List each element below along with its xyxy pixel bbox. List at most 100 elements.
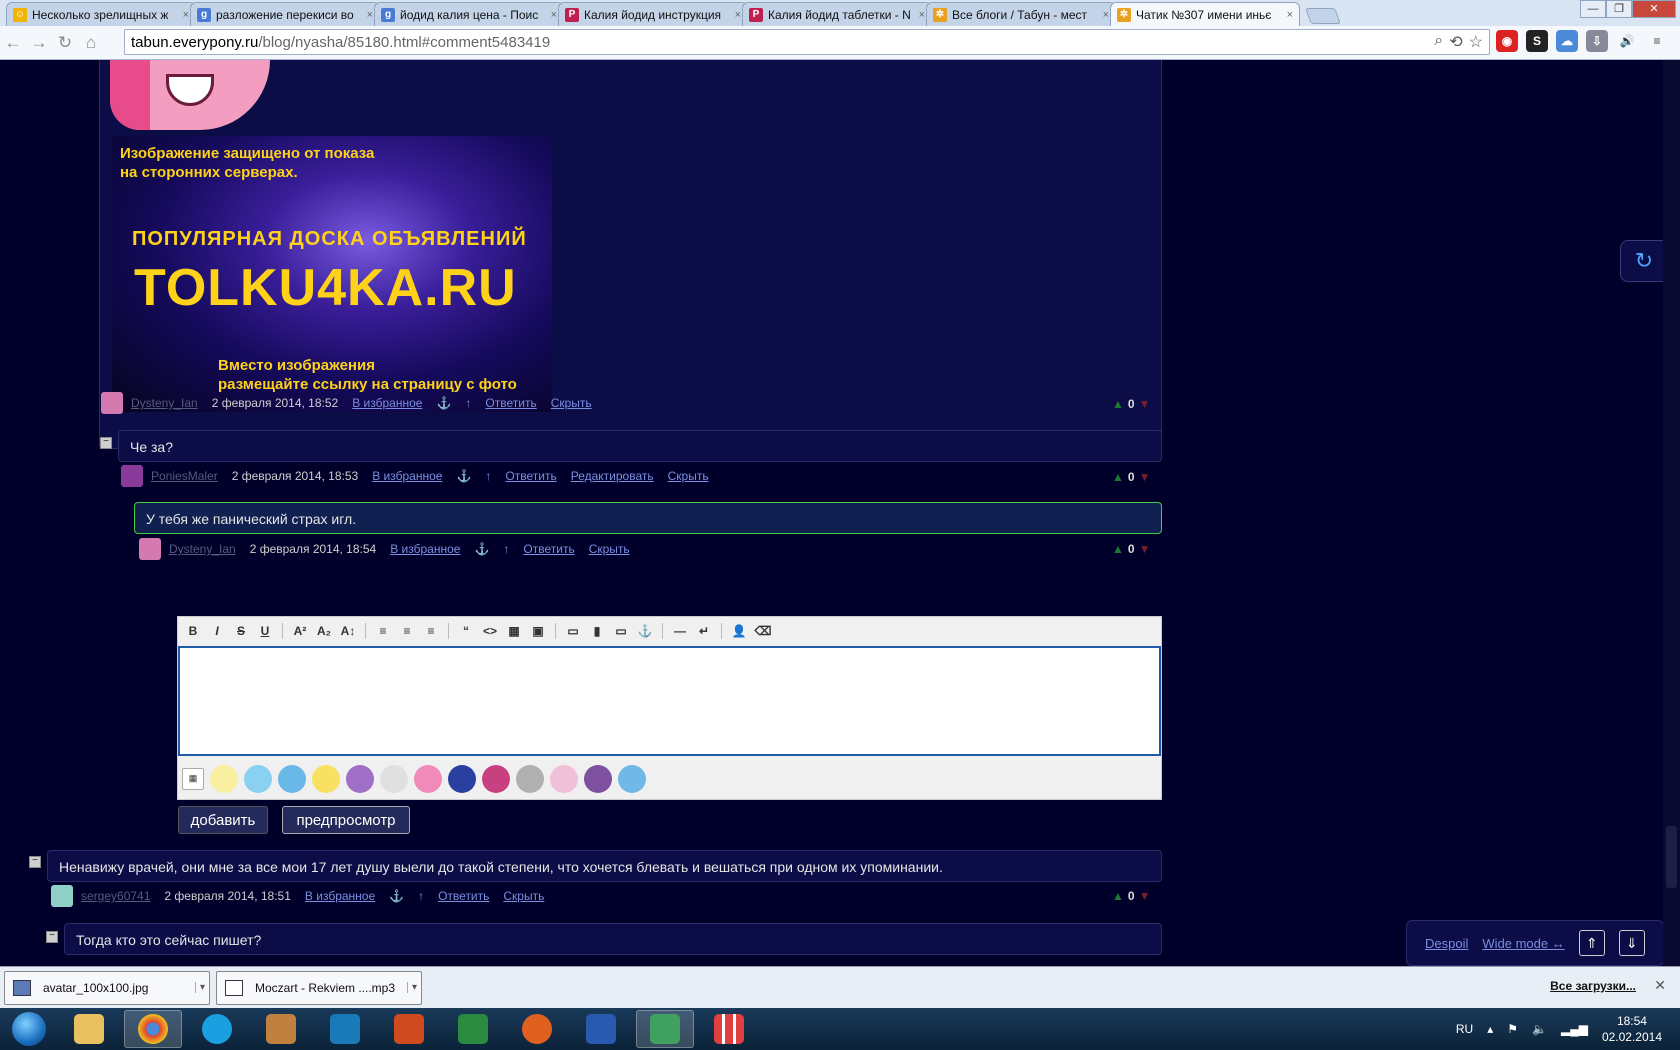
favorite-link[interactable]: В избранное [372,469,442,483]
subscript-icon[interactable]: A₂ [313,621,335,641]
browser-tab[interactable]: g разложение перекиси во × [190,2,380,26]
vote-up-icon[interactable]: ▲ [1112,397,1124,411]
maximize-button[interactable]: ❐ [1606,0,1632,18]
avatar[interactable] [51,885,73,907]
anchor-icon[interactable]: ⚓ [389,889,404,903]
fold-toggle[interactable]: − [100,437,112,449]
tab-close-icon[interactable]: × [183,9,189,21]
taskbar-word[interactable] [572,1010,630,1048]
pinkie-emote-icon[interactable] [414,764,442,793]
link-icon[interactable]: ▭ [610,621,632,641]
s-extension-icon[interactable]: S [1526,30,1548,52]
sync-icon[interactable]: ⟲ [1449,32,1462,52]
download-item[interactable]: Moczart - Rekviem ....mp3 ▾ [216,970,422,1005]
address-bar[interactable]: tabun.everypony.ru/blog/nyasha/85180.htm… [124,29,1490,55]
clear-format-icon[interactable]: ⌫ [752,621,774,641]
all-downloads-link[interactable]: Все загрузки... [1550,979,1636,993]
favorite-link[interactable]: В избранное [305,889,375,903]
weather-icon[interactable]: ☁ [1556,30,1578,52]
back-icon[interactable]: ← [0,33,26,53]
action-center-icon[interactable]: ⚑ [1507,1022,1518,1036]
fold-toggle[interactable]: − [29,856,41,868]
taskbar-powerpoint[interactable] [380,1010,438,1048]
hr-icon[interactable]: — [669,621,691,641]
wide-mode-link[interactable]: Wide mode ↔ [1482,936,1564,951]
mlp-logo-emote-icon[interactable] [482,764,510,793]
browser-tab[interactable]: P Калия йодид таблетки - N × [742,2,932,26]
despoil-link[interactable]: Despoil [1425,936,1468,951]
hide-link[interactable]: Скрыть [503,889,544,903]
twilight-emote-icon[interactable] [584,764,612,793]
scrollbar-thumb[interactable] [1666,826,1677,888]
avatar[interactable] [101,392,123,414]
applejack-emote-icon[interactable] [312,764,340,793]
discord-emote-icon[interactable] [516,764,544,793]
taskbar-apps[interactable] [700,1010,758,1048]
reply-link[interactable]: Ответить [505,469,556,483]
align-center-icon[interactable]: ≡ [396,621,418,641]
italic-icon[interactable]: I [206,621,228,641]
vote-down-icon[interactable]: ▼ [1139,470,1151,484]
spike-emote-icon[interactable] [346,764,374,793]
derpy-emote-icon[interactable] [380,764,408,793]
tab-close-icon[interactable]: × [919,9,925,21]
tab-close-icon[interactable]: × [551,9,557,21]
bookmark-star-icon[interactable]: ☆ [1469,32,1483,52]
author-link[interactable]: Dysteny_Ian [131,396,198,410]
favorite-link[interactable]: В избранное [390,542,460,556]
taskbar-excel[interactable] [444,1010,502,1048]
fold-toggle[interactable]: − [46,931,58,943]
reply-link[interactable]: Ответить [438,889,489,903]
smiley-grid-icon[interactable]: ▦ [182,767,204,790]
vote-down-icon[interactable]: ▼ [1139,542,1151,556]
reload-icon[interactable]: ↻ [52,33,78,53]
tab-close-icon[interactable]: × [735,9,741,21]
taskbar-chrome[interactable] [124,1010,182,1048]
start-button[interactable] [4,1009,54,1049]
clock[interactable]: 18:54 02.02.2014 [1602,1013,1662,1045]
scroll-top-icon[interactable]: ⇑ [1578,930,1605,956]
submit-button[interactable]: добавить [178,806,268,834]
parent-arrow-icon[interactable]: ↑ [503,542,509,556]
chevron-down-icon[interactable]: ▾ [407,982,421,993]
vote-up-icon[interactable]: ▲ [1112,542,1124,556]
luna-emote-icon[interactable] [448,764,476,793]
taskbar-player[interactable] [508,1010,566,1048]
scroll-down-icon[interactable]: ⇓ [1618,930,1645,956]
author-link[interactable]: Dysteny_Ian [169,542,236,556]
forward-icon[interactable]: → [26,33,52,53]
favorite-link[interactable]: В избранное [352,396,422,410]
parent-arrow-icon[interactable]: ↑ [465,396,471,410]
edit-link[interactable]: Редактировать [571,469,654,483]
vote-down-icon[interactable]: ▼ [1139,889,1151,903]
refresh-comments-button[interactable]: ↻ [1620,240,1668,282]
page-scrollbar[interactable] [1663,60,1680,966]
menu-icon[interactable]: ≡ [1646,30,1668,52]
celestia-emote-icon[interactable] [550,764,578,793]
browser-tab[interactable]: g йодид калия цена - Поис × [374,2,564,26]
trixie-emote-icon[interactable] [278,764,306,793]
browser-tab[interactable]: ✲ Чатик №307 имени иньє × [1110,2,1300,26]
spoiler-icon[interactable]: ▣ [527,621,549,641]
tray-expand-icon[interactable]: ▴ [1487,1022,1493,1036]
rainbow-emote-icon[interactable] [618,764,646,793]
avatar[interactable] [121,465,143,487]
taskbar-explorer[interactable] [60,1010,118,1048]
zoom-icon[interactable]: ⌕ [1434,32,1443,52]
tab-close-icon[interactable]: × [1287,9,1293,21]
author-link[interactable]: sergey60741 [81,889,150,903]
video-icon[interactable]: ▮ [586,621,608,641]
table-icon[interactable]: ▦ [503,621,525,641]
browser-tab[interactable]: P Калия йодид инструкция × [558,2,748,26]
avatar[interactable] [139,538,161,560]
hide-link[interactable]: Скрыть [589,542,630,556]
author-link[interactable]: PoniesMaler [151,469,218,483]
new-tab-button[interactable] [1305,8,1341,24]
taskbar-publisher[interactable] [316,1010,374,1048]
browser-tab[interactable]: ✲ Все блоги / Табун - мест × [926,2,1116,26]
fluttershy-emote-icon[interactable] [210,764,238,793]
user-icon[interactable]: 👤 [728,621,750,641]
download-item[interactable]: avatar_100x100.jpg ▾ [4,970,210,1005]
taskbar-paint[interactable] [252,1010,310,1048]
sound-icon[interactable]: 🔊 [1616,30,1638,52]
